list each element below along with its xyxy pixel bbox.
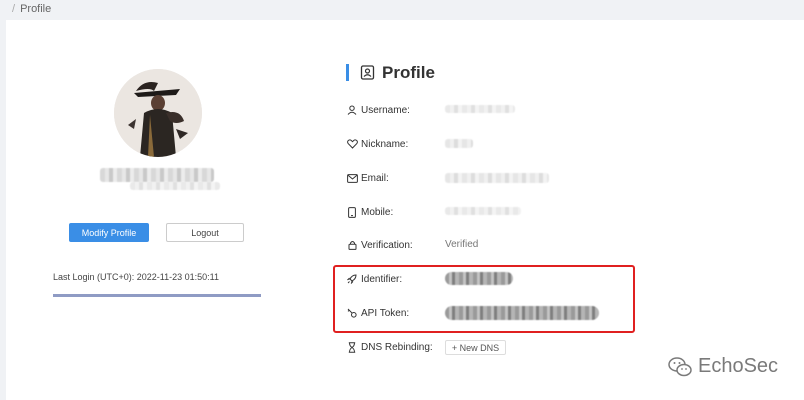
verification-status: Verified: [445, 239, 479, 250]
mobile-row: Mobile:: [346, 205, 393, 219]
breadcrumb-current: Profile: [20, 3, 52, 15]
email-value-redacted: [445, 173, 549, 183]
last-login-text: Last Login (UTC+0): 2022-11-23 01:50:11: [53, 272, 220, 282]
username-row: Username:: [346, 103, 410, 117]
email-row: Email:: [346, 171, 389, 185]
username-value-redacted: [445, 105, 515, 113]
watermark-text: EchoSec: [698, 355, 779, 377]
avatar: [114, 69, 202, 157]
modify-profile-button[interactable]: Modify Profile: [69, 223, 149, 242]
profile-card-icon: [360, 65, 375, 80]
logout-button[interactable]: Logout: [166, 223, 244, 242]
hourglass-icon: [346, 341, 358, 353]
heart-icon: [346, 138, 358, 150]
title-accent-bar: [346, 64, 349, 81]
breadcrumb-separator: /: [12, 3, 16, 15]
lock-icon: [346, 239, 358, 251]
mail-icon: [346, 172, 358, 184]
verification-row: Verification:: [346, 238, 413, 252]
nickname-value-redacted: [445, 139, 473, 148]
phone-icon: [346, 206, 358, 218]
breadcrumb: / Profile: [0, 0, 804, 20]
watermark: EchoSec: [668, 355, 778, 378]
username-redacted: [100, 168, 214, 182]
progress-bar: [53, 294, 261, 297]
highlight-box: [333, 265, 635, 333]
dns-rebinding-label: DNS Rebinding:: [361, 341, 433, 353]
verification-label: Verification:: [361, 239, 413, 251]
page-title: Profile: [382, 63, 435, 82]
avatar-figure-icon: [114, 69, 202, 157]
nickname-label: Nickname:: [361, 138, 409, 150]
dns-rebinding-row: DNS Rebinding:: [346, 340, 433, 354]
nickname-row: Nickname:: [346, 137, 408, 151]
progress-bar-fill: [53, 294, 261, 297]
email-label: Email:: [361, 172, 389, 184]
username-redacted-sub: [130, 182, 220, 190]
user-icon: [346, 104, 358, 116]
mobile-label: Mobile:: [361, 206, 394, 218]
new-dns-button[interactable]: + New DNS: [445, 340, 506, 355]
username-label: Username:: [361, 104, 410, 116]
wechat-icon: [668, 356, 692, 376]
mobile-value-redacted: [445, 207, 521, 215]
